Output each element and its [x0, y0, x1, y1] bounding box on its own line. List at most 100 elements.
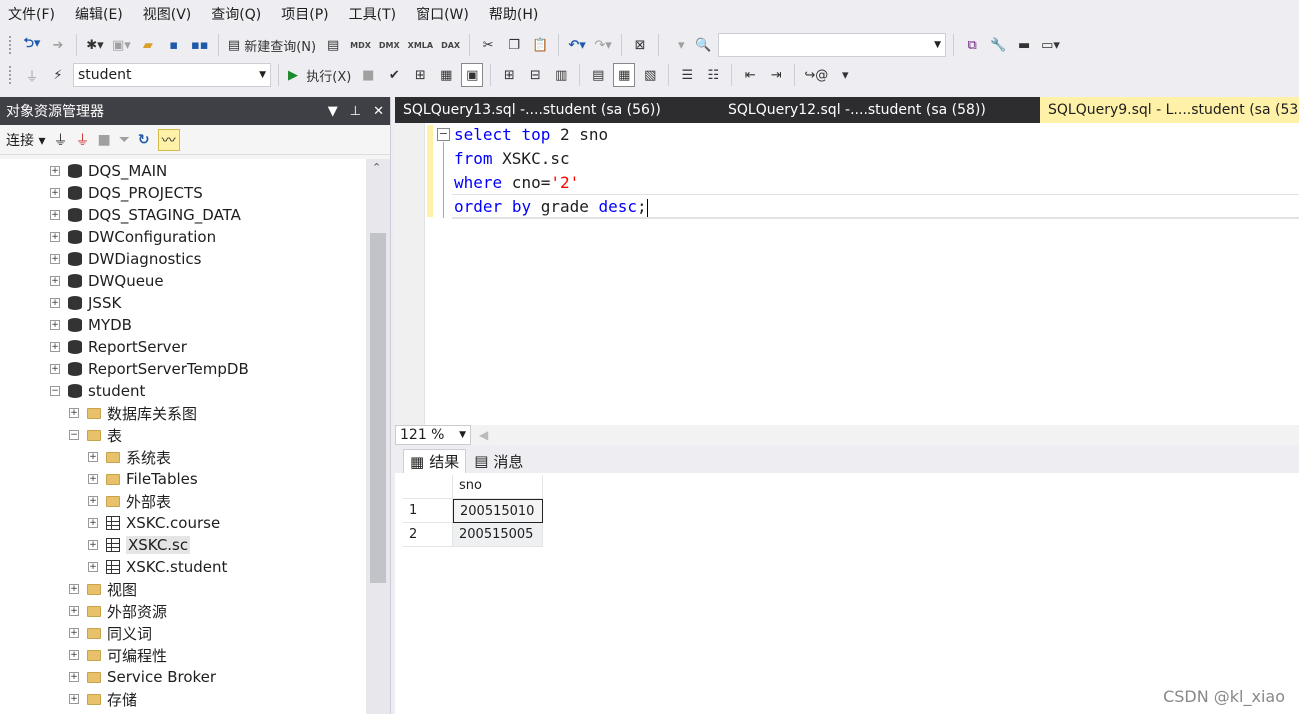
tab-results[interactable]: ▦ 结果	[403, 449, 467, 473]
connect-icon[interactable]: ⏚	[21, 63, 43, 87]
client-statistics-icon[interactable]: ▥	[550, 63, 572, 87]
expand-icon[interactable]: +	[69, 606, 79, 616]
code-line[interactable]: order by grade desc;	[454, 195, 648, 219]
tree-node[interactable]: + 同义词	[69, 622, 152, 644]
redo-icon[interactable]: ↷▾	[592, 33, 614, 57]
tree-node[interactable]: + DQS_MAIN	[50, 160, 167, 182]
expand-icon[interactable]: +	[50, 342, 60, 352]
cut-icon[interactable]: ✂	[477, 33, 499, 57]
back-icon[interactable]: ⮌▾	[21, 33, 43, 57]
expand-icon[interactable]: +	[88, 496, 98, 506]
live-query-statistics-icon[interactable]: ⊟	[524, 63, 546, 87]
stop-icon[interactable]: ■	[97, 132, 110, 148]
tree-node[interactable]: + XSKC.course	[88, 512, 220, 534]
mdx-query-button[interactable]: MDX	[348, 33, 373, 57]
change-connection-icon[interactable]: ⚡	[47, 63, 69, 87]
expand-icon[interactable]: +	[50, 188, 60, 198]
undo-icon[interactable]: ↶▾	[566, 33, 588, 57]
tree-node[interactable]: + 可编程性	[69, 644, 167, 666]
tree-node[interactable]: − student	[50, 380, 145, 402]
expand-icon[interactable]: +	[50, 364, 60, 374]
tree-node[interactable]: + 系统表	[88, 446, 171, 468]
expand-icon[interactable]: +	[50, 254, 60, 264]
intellisense-icon[interactable]: ▣	[461, 63, 484, 87]
menu-item[interactable]: 工具(T)	[341, 0, 408, 30]
zoom-select[interactable]: 121 % ▼	[395, 425, 471, 445]
xmla-query-button[interactable]: XMLA	[406, 33, 435, 57]
toolbox-icon[interactable]: ▬	[1013, 33, 1035, 57]
menu-item[interactable]: 窗口(W)	[408, 0, 481, 30]
menu-item[interactable]: 查询(Q)	[203, 0, 273, 30]
expand-icon[interactable]: +	[69, 650, 79, 660]
wrench-icon[interactable]: 🔧	[987, 33, 1009, 57]
pin-icon[interactable]: ⊥	[350, 104, 361, 119]
increase-indent-icon[interactable]: ⇥	[765, 63, 787, 87]
tree-node[interactable]: + XSKC.student	[88, 556, 227, 578]
tree-node[interactable]: + Service Broker	[69, 666, 216, 688]
tab-query-2[interactable]: SQLQuery12.sql -....student (sa (58))	[720, 97, 1040, 123]
display-estimated-plan-icon[interactable]: ⊞	[409, 63, 431, 87]
tree-node[interactable]: + 存储	[69, 688, 137, 710]
expand-icon[interactable]: +	[50, 320, 60, 330]
activity-monitor-icon[interactable]: ⊠	[629, 33, 651, 57]
parse-checkmark-icon[interactable]: ✔	[383, 63, 405, 87]
toolbar-overflow-icon[interactable]: ▾	[834, 63, 856, 87]
cell-sno[interactable]: 200515005	[453, 523, 543, 547]
connect-plug-icon[interactable]: ⏚	[53, 130, 67, 150]
tab-messages[interactable]: ▤ 消息	[468, 449, 530, 473]
find-in-files-icon[interactable]: 🔍	[692, 33, 714, 57]
solution-config-dropdown[interactable]: ▾	[666, 33, 688, 57]
expand-icon[interactable]: +	[69, 672, 79, 682]
expand-icon[interactable]: +	[69, 628, 79, 638]
tree-node[interactable]: + MYDB	[50, 314, 132, 336]
results-to-grid-icon[interactable]: ▦	[613, 63, 636, 87]
forward-icon[interactable]: ➔	[47, 33, 69, 57]
menu-item[interactable]: 视图(V)	[135, 0, 204, 30]
filter-icon[interactable]: ⏷	[119, 132, 130, 148]
database-select[interactable]: student ▼	[73, 63, 271, 87]
scroll-up-icon[interactable]: ⌃	[372, 161, 381, 174]
expand-icon[interactable]: +	[88, 452, 98, 462]
tab-query-1[interactable]: SQLQuery13.sql -....student (sa (56))	[395, 97, 720, 123]
add-item-icon[interactable]: ▣▾	[110, 33, 133, 57]
disconnect-icon[interactable]: ⏚	[75, 130, 89, 150]
tree-node[interactable]: + 视图	[69, 578, 137, 600]
open-file-icon[interactable]: ▰	[137, 33, 159, 57]
save-icon[interactable]: ▪	[163, 33, 185, 57]
panel-menu-icon[interactable]: ▼	[328, 104, 338, 119]
include-actual-plan-icon[interactable]: ⊞	[498, 63, 520, 87]
query-editor[interactable]: − select top 2 sno from XSKC.sc where cno=…	[395, 123, 1299, 425]
tree-node[interactable]: + DQS_PROJECTS	[50, 182, 203, 204]
dax-query-button[interactable]: DAX	[439, 33, 462, 57]
tree-node[interactable]: + 数据库关系图	[69, 402, 197, 424]
expand-icon[interactable]: +	[69, 694, 79, 704]
row-number-header[interactable]	[403, 475, 453, 499]
specify-template-values-icon[interactable]: ↪@	[802, 63, 830, 87]
tab-query-3[interactable]: SQLQuery9.sql - L....student (sa (53	[1040, 97, 1299, 123]
object-explorer-scrollbar[interactable]: ⌃	[366, 159, 390, 714]
tree-node[interactable]: + DWQueue	[50, 270, 164, 292]
expand-icon[interactable]: +	[69, 584, 79, 594]
tree-node[interactable]: + 外部资源	[69, 600, 167, 622]
tree-node[interactable]: + JSSK	[50, 292, 121, 314]
expand-icon[interactable]: +	[88, 540, 98, 550]
tree-node[interactable]: + 外部表	[88, 490, 171, 512]
scroll-left-icon[interactable]: ◀	[479, 428, 488, 442]
menu-item[interactable]: 帮助(H)	[481, 0, 550, 30]
chevron-down-icon[interactable]: ▼	[459, 430, 466, 440]
menu-item[interactable]: 编辑(E)	[67, 0, 135, 30]
expand-icon[interactable]: +	[50, 232, 60, 242]
tree-node[interactable]: − 表	[69, 424, 122, 446]
toolbar-grip[interactable]	[8, 65, 13, 85]
new-project-icon[interactable]: ✱▾	[84, 33, 106, 57]
menu-item[interactable]: 文件(F)	[0, 0, 67, 30]
tree-node[interactable]: + XSKC.sc	[88, 534, 191, 556]
code-line[interactable]: where cno='2'	[454, 171, 579, 195]
expand-icon[interactable]: +	[50, 166, 60, 176]
menu-item[interactable]: 项目(P)	[273, 0, 340, 30]
copy-icon[interactable]: ❐	[503, 33, 525, 57]
tree-node[interactable]: + DWDiagnostics	[50, 248, 201, 270]
tree-node[interactable]: + DWConfiguration	[50, 226, 216, 248]
visual-studio-icon[interactable]: ⧉	[961, 33, 983, 57]
expand-icon[interactable]: +	[88, 474, 98, 484]
